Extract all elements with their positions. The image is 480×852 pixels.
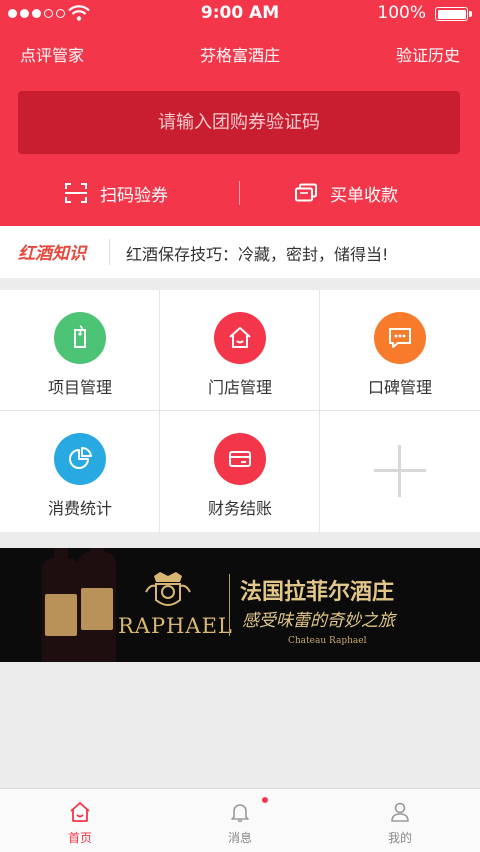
cards-icon [295,183,317,202]
reputation-management-label: 口碑管理 [367,378,432,397]
store-icon [214,312,266,364]
pie-chart-icon [54,433,106,485]
finance-settlement-tile[interactable]: 财务结账 [160,411,320,532]
grid-divider [319,290,320,532]
store-management-tile[interactable]: 门店管理 [160,290,320,411]
promo-banner[interactable]: RAPHAEL 法国拉菲尔酒庄 感受味蕾的奇妙之旅 Chateau Raphae… [0,548,480,662]
bottom-tab-bar: 首页 消息 我的 [0,788,480,852]
tab-home-label: 首页 [67,831,92,845]
battery-percent: 100% [377,3,426,23]
home-icon [70,802,90,822]
function-grid: 项目管理 门店管理 口碑管理 消费统计 财务结账 [0,290,480,532]
tab-home[interactable]: 首页 [0,789,160,852]
banner-brand: RAPHAEL [118,614,233,638]
reputation-management-tile[interactable]: 口碑管理 [320,290,480,411]
project-management-tile[interactable]: 项目管理 [0,290,160,411]
banner-divider [229,574,230,636]
scan-coupon-button[interactable]: 扫码验券 [64,176,168,210]
unread-badge [262,797,268,803]
banner-caption: Chateau Raphael [288,636,367,646]
verify-history-link[interactable]: 验证历史 [396,42,460,66]
project-management-label: 项目管理 [47,378,112,397]
consumption-stats-label: 消费统计 [47,499,112,518]
tag-icon [54,312,106,364]
finance-settlement-label: 财务结账 [207,499,272,518]
header: 9:00 AM 100% 点评管家 芬格富酒庄 验证历史 扫码验券 买单收款 [0,0,480,226]
tab-profile[interactable]: 我的 [320,789,480,852]
action-divider [239,181,240,205]
wine-bottle-image [42,548,80,662]
ticker-text: 红酒保存技巧：冷藏，密封，储得当! [126,245,389,264]
checkout-payment-label: 买单收款 [330,185,398,206]
grid-divider [0,410,480,411]
coupon-code-input[interactable] [18,91,460,154]
user-icon [391,802,409,822]
scan-icon [65,183,87,203]
scan-coupon-label: 扫码验券 [100,185,168,206]
tab-messages[interactable]: 消息 [160,789,320,852]
chat-bubble-icon [374,312,426,364]
banner-title: 法国拉菲尔酒庄 [240,580,395,605]
card-icon [214,433,266,485]
consumption-stats-tile[interactable]: 消费统计 [0,411,160,532]
wine-knowledge-logo: 红酒知识 [18,244,86,264]
wine-bottle-image [78,548,116,662]
banner-subtitle: 感受味蕾的奇妙之旅 [242,611,395,631]
tab-messages-label: 消息 [227,831,252,845]
status-bar: 9:00 AM 100% [0,0,480,26]
checkout-payment-button[interactable]: 买单收款 [294,176,398,210]
store-management-label: 门店管理 [207,378,272,397]
bell-icon [231,804,249,822]
tab-profile-label: 我的 [387,831,412,845]
raphael-crest-icon [145,572,191,606]
plus-icon [398,445,401,497]
battery-icon [435,7,472,21]
wine-knowledge-ticker[interactable]: 红酒知识 红酒保存技巧：冷藏，密封，储得当! [0,226,480,278]
ticker-divider [109,239,110,265]
grid-divider [159,290,160,532]
